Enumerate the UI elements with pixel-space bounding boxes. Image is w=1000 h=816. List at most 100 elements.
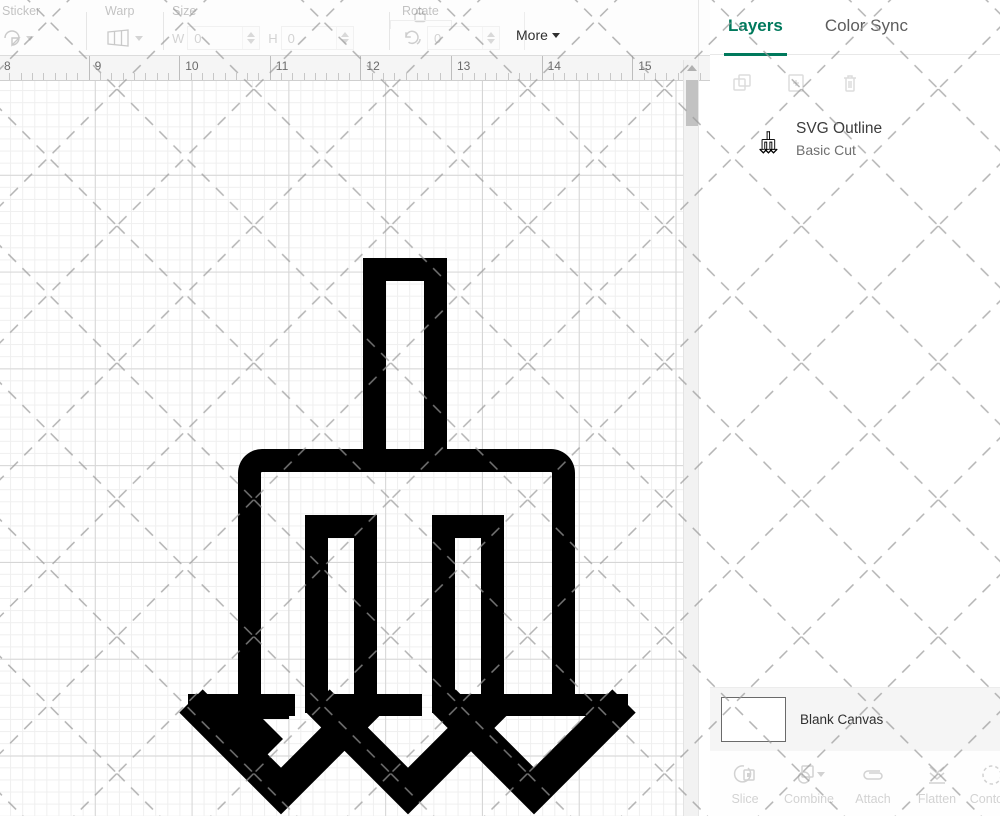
ruler-minor-tick (405, 73, 407, 80)
sticker-icon (2, 28, 22, 48)
ruler-minor-tick (371, 73, 373, 80)
flatten-label: Flatten (917, 791, 957, 806)
ruler-minor-tick (145, 73, 147, 80)
combine-label: Combine (783, 791, 835, 806)
ruler-minor-tick (700, 73, 702, 80)
blank-canvas-label: Blank Canvas (800, 711, 884, 727)
ruler-minor-tick (666, 73, 668, 80)
size-width-increment-icon[interactable] (247, 32, 256, 37)
size-height-stepper[interactable] (335, 27, 353, 49)
attach-button[interactable]: Attach (844, 762, 902, 806)
canvas-vertical-scrollbar[interactable] (683, 60, 698, 816)
ruler-minor-tick (65, 73, 67, 80)
ruler-minor-tick (586, 73, 588, 80)
list-item[interactable]: SVG Outline Basic Cut (710, 110, 1000, 169)
tab-color-sync[interactable]: Color Sync (825, 16, 908, 38)
canvas-color-swatch[interactable] (721, 696, 786, 742)
size-height-field[interactable] (280, 26, 354, 50)
bottom-action-bar: Slice Combine Attach Flatten Cont (710, 750, 1000, 816)
ruler-minor-tick (315, 73, 317, 80)
ruler-minor-tick (643, 73, 645, 80)
ruler-minor-tick (518, 73, 520, 80)
svg-outline-arrows-artwork[interactable] (0, 81, 695, 816)
warp-group-label: Warp (105, 4, 135, 18)
ruler-minor-tick (213, 73, 215, 80)
ruler-label: 10 (185, 59, 199, 73)
rotate-field[interactable] (427, 26, 500, 50)
ruler-minor-tick (133, 73, 135, 80)
ruler-label: 11 (275, 59, 289, 73)
delete-layer-icon[interactable] (838, 71, 862, 95)
panel-tabs: Layers Color Sync (710, 0, 1000, 56)
warp-caret-down-icon[interactable] (135, 35, 143, 41)
ruler-minor-tick (496, 73, 498, 80)
slice-button[interactable]: Slice (716, 762, 774, 806)
horizontal-ruler: 8 9 10 11 12 13 14 15 (0, 55, 710, 81)
ruler-minor-tick (349, 73, 351, 80)
app-window: Sticker Warp Size W 0 H 0 Rotate 0 More … (0, 0, 1000, 816)
ruler-minor-tick (281, 73, 283, 80)
ruler-minor-tick (235, 73, 237, 80)
ruler-minor-tick (122, 73, 124, 80)
ruler-minor-tick (258, 73, 260, 80)
layer-title: SVG Outline (796, 120, 883, 137)
ruler-minor-tick (552, 73, 554, 80)
ruler-minor-tick (303, 73, 305, 80)
more-button[interactable]: More (516, 27, 560, 43)
ruler-minor-tick (484, 73, 486, 80)
size-height-decrement-icon[interactable] (340, 39, 349, 44)
combine-button[interactable]: Combine (780, 762, 838, 806)
size-height-input[interactable] (281, 27, 336, 49)
toolbar-group-warp[interactable]: Warp (87, 0, 163, 55)
blank-canvas-row[interactable]: Blank Canvas (710, 687, 1000, 750)
contour-button[interactable]: Contour (970, 762, 1000, 806)
design-canvas[interactable] (0, 81, 695, 816)
layer-subtitle: Basic Cut (796, 142, 856, 159)
attach-label: Attach (855, 791, 891, 806)
ruler-minor-tick (190, 73, 192, 80)
more-button-label: More (516, 27, 548, 43)
size-width-label: W (172, 30, 185, 46)
ruler-minor-tick (507, 73, 509, 80)
flatten-icon (923, 762, 951, 788)
rotate-decrement-icon[interactable] (487, 39, 495, 44)
size-width-input[interactable] (188, 27, 243, 49)
ruler-minor-tick (383, 73, 385, 80)
toolbar-group-sticker[interactable]: Sticker (0, 0, 86, 55)
rotate-input[interactable] (428, 27, 482, 49)
ruler-label: 9 (94, 59, 102, 73)
ruler-minor-tick (394, 73, 396, 80)
ruler-minor-tick (111, 73, 113, 80)
toolbar-group-size[interactable]: Size W H (164, 0, 452, 55)
size-width-stepper[interactable] (242, 27, 260, 49)
new-layer-icon[interactable] (784, 71, 808, 95)
size-height-label: H (268, 30, 278, 46)
arrows-thumb-icon (750, 120, 782, 158)
ruler-minor-tick (156, 73, 158, 80)
size-width-decrement-icon[interactable] (247, 39, 256, 44)
sticker-caret-down-icon[interactable] (26, 35, 34, 41)
ruler-minor-tick (609, 73, 611, 80)
rotate-icon[interactable] (402, 28, 424, 48)
rotate-increment-icon[interactable] (487, 32, 495, 37)
slice-label: Slice (731, 791, 759, 806)
duplicate-layer-icon[interactable] (730, 71, 754, 95)
size-group-label: Size (172, 4, 197, 18)
scroll-up-arrow-icon[interactable] (687, 65, 697, 71)
ruler-minor-tick (31, 73, 33, 80)
tab-layers[interactable]: Layers (724, 16, 787, 56)
toolbar-group-rotate[interactable]: Rotate (390, 0, 520, 55)
ruler-minor-tick (598, 73, 600, 80)
ruler-minor-tick (201, 73, 203, 80)
ruler-label: 13 (457, 59, 471, 73)
top-toolbar: Sticker Warp Size W 0 H 0 Rotate 0 More (0, 0, 710, 55)
size-height-increment-icon[interactable] (340, 32, 349, 37)
ruler-minor-tick (575, 73, 577, 80)
size-width-field[interactable] (187, 26, 261, 50)
rotate-stepper[interactable] (482, 27, 499, 49)
ruler-minor-tick (428, 73, 430, 80)
ruler-minor-tick (564, 73, 566, 80)
ruler-minor-tick (99, 73, 101, 80)
scrollbar-thumb[interactable] (686, 80, 698, 126)
flatten-button[interactable]: Flatten (908, 762, 966, 806)
